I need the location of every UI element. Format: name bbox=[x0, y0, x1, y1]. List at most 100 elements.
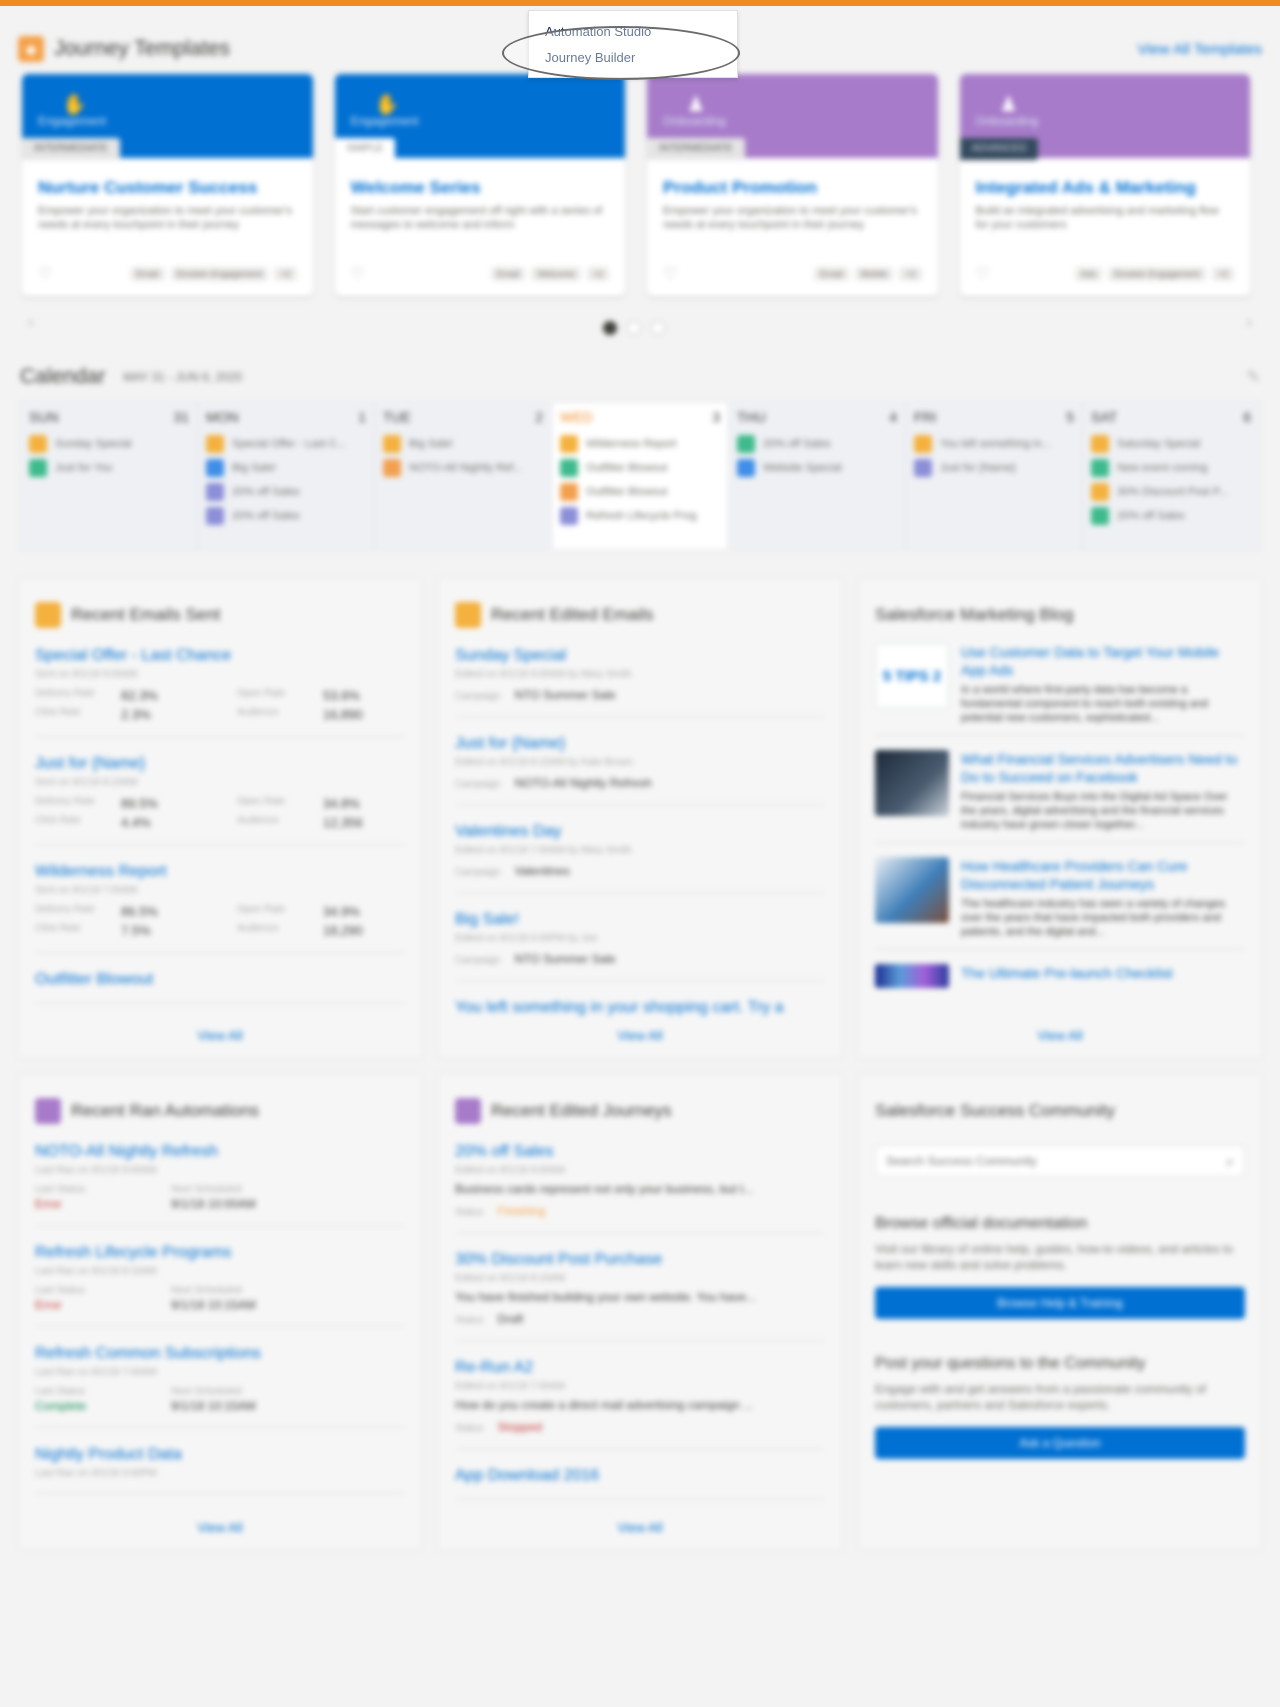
calendar-event[interactable]: Big Sale! bbox=[383, 435, 543, 453]
calendar-event[interactable]: Special Offer - Last C... bbox=[206, 435, 366, 453]
calendar-day-today[interactable]: WED 3 Wilderness Report Outfitter Blowout… bbox=[552, 403, 729, 549]
list-item: Refresh Lifecycle Programs Last Ran on 9… bbox=[35, 1244, 405, 1327]
carousel-dot[interactable] bbox=[651, 321, 665, 335]
list-item: 30% Discount Post Purchase Edited on 9/1… bbox=[455, 1251, 825, 1341]
community-search-input[interactable] bbox=[886, 1154, 1227, 1168]
email-link[interactable]: Big Sale! bbox=[455, 911, 825, 929]
pencil-icon[interactable]: ✎ bbox=[1247, 367, 1260, 387]
day-number: 1 bbox=[358, 409, 366, 425]
calendar-event[interactable]: NOTO-All Nightly Ref... bbox=[383, 459, 543, 477]
campaign-value: Valentines bbox=[514, 864, 570, 878]
menu-item-journey-builder[interactable]: Journey Builder bbox=[529, 43, 737, 71]
automation-details: Last Status Next Scheduled Error 9/1/18 10… bbox=[35, 1184, 405, 1211]
card-title[interactable]: Nurture Customer Success bbox=[38, 178, 313, 198]
heart-icon[interactable]: ♡ bbox=[663, 264, 677, 284]
card-title[interactable]: Product Promotion bbox=[663, 178, 938, 198]
calendar-event[interactable]: Website Special bbox=[737, 459, 897, 477]
edited-date: Edited on 9/1/18 8:15AM bbox=[455, 1273, 566, 1284]
campaign-label: Campaign bbox=[455, 955, 501, 966]
browse-help-button[interactable]: Browse Help & Training bbox=[875, 1287, 1245, 1319]
journey-link[interactable]: 30% Discount Post Purchase bbox=[455, 1251, 825, 1269]
journey-link[interactable]: 20% off Sales bbox=[455, 1143, 825, 1161]
calendar-day[interactable]: SAT 6 Saturday Special New event coming 3… bbox=[1083, 403, 1259, 549]
calendar-day[interactable]: FRI 5 You left something in... Just for {… bbox=[906, 403, 1083, 549]
calendar-event[interactable]: 20% off Sales bbox=[206, 507, 366, 525]
automation-link[interactable]: Nightly Product Data bbox=[35, 1446, 405, 1464]
calendar-event[interactable]: Wilderness Report bbox=[560, 435, 720, 453]
card-title[interactable]: Welcome Series bbox=[351, 178, 626, 198]
template-card[interactable]: ♟ Onboarding INTERMEDIATE Product Promot… bbox=[647, 74, 938, 296]
calendar-event[interactable]: Just for You bbox=[29, 459, 189, 477]
calendar-day[interactable]: MON 1 Special Offer - Last C... Big Sale!… bbox=[198, 403, 375, 549]
view-all-link[interactable]: View All bbox=[439, 1028, 841, 1043]
calendar-day[interactable]: TUE 2 Big Sale! NOTO-All Nightly Ref... bbox=[375, 403, 552, 549]
next-value: 9/1/18 10:15AM bbox=[171, 1399, 256, 1413]
view-all-link[interactable]: View All bbox=[439, 1520, 841, 1535]
heart-icon[interactable]: ♡ bbox=[38, 264, 52, 284]
email-link[interactable]: Valentines Day bbox=[455, 823, 825, 841]
calendar-day[interactable]: SUN 31 Sunday Special Just for You bbox=[21, 403, 198, 549]
card-title[interactable]: Integrated Ads & Marketing bbox=[976, 178, 1251, 198]
metric-label: Click Rate bbox=[35, 815, 81, 826]
carousel-dot[interactable] bbox=[627, 321, 641, 335]
carousel-dot[interactable] bbox=[603, 321, 617, 335]
heart-icon[interactable]: ♡ bbox=[976, 264, 990, 284]
panel-title: Recent Emails Sent bbox=[71, 605, 221, 624]
view-all-link[interactable]: View All bbox=[19, 1520, 421, 1535]
calendar-day[interactable]: THU 4 20% off Sales Website Special bbox=[729, 403, 906, 549]
panel-header: Recent Edited Emails bbox=[455, 601, 825, 629]
email-icon bbox=[1091, 435, 1109, 453]
calendar-event[interactable]: Saturday Special bbox=[1091, 435, 1251, 453]
calendar-event[interactable]: New event coming bbox=[1091, 459, 1251, 477]
chevron-right-icon[interactable]: › bbox=[1247, 314, 1252, 332]
view-all-link[interactable]: View All bbox=[19, 1028, 421, 1043]
ask-question-button[interactable]: Ask a Question bbox=[875, 1427, 1245, 1459]
blog-title[interactable]: The Ultimate Pre-launch Checklist bbox=[961, 964, 1173, 982]
email-link[interactable]: Wilderness Report bbox=[35, 863, 405, 881]
automation-link[interactable]: Refresh Lifecycle Programs bbox=[35, 1244, 405, 1262]
view-all-templates-link[interactable]: View All Templates bbox=[1137, 41, 1262, 58]
view-all-link[interactable]: View All bbox=[859, 1028, 1261, 1043]
calendar-event[interactable]: Outfitter Blowout bbox=[560, 459, 720, 477]
journey-link[interactable]: Re-Run A2 bbox=[455, 1359, 825, 1377]
template-card[interactable]: ✋ Engagement SIMPLE Welcome Series Start… bbox=[334, 74, 626, 296]
blog-title[interactable]: How Healthcare Providers Can Cure Discon… bbox=[961, 857, 1245, 893]
calendar-event[interactable]: Outfitter Blowout bbox=[560, 483, 720, 501]
heart-icon[interactable]: ♡ bbox=[351, 264, 365, 284]
template-card[interactable]: ✋ Engagement INTERMEDIATE Nurture Custom… bbox=[22, 74, 313, 296]
calendar-event[interactable]: 20% off Sales bbox=[1091, 507, 1251, 525]
difficulty-badge: SIMPLE bbox=[334, 138, 396, 160]
blog-post[interactable]: 5 TIPS 2 Use Customer Data to Target You… bbox=[875, 643, 1245, 736]
menu-item-automation-studio[interactable]: Automation Studio bbox=[529, 11, 737, 43]
calendar-event[interactable]: Refresh Lifecycle Prog bbox=[560, 507, 720, 525]
journey-link[interactable]: App Download 2016 bbox=[455, 1467, 825, 1485]
automation-link[interactable]: NOTO-All Nightly Refresh bbox=[35, 1143, 405, 1161]
blog-title[interactable]: Use Customer Data to Target Your Mobile … bbox=[961, 643, 1245, 679]
event-label: Outfitter Blowout bbox=[586, 486, 668, 498]
chevron-left-icon[interactable]: ‹ bbox=[28, 314, 33, 332]
automation-link[interactable]: Refresh Common Subscriptions bbox=[35, 1345, 405, 1363]
calendar-event[interactable]: Just for {Name} bbox=[914, 459, 1074, 477]
email-link[interactable]: Just for {Name} bbox=[455, 735, 825, 753]
template-card[interactable]: ♟ Onboarding ADVANCED Integrated Ads & M… bbox=[959, 74, 1251, 296]
email-link[interactable]: Special Offer - Last Chance bbox=[35, 647, 405, 665]
blog-post[interactable]: The Ultimate Pre-launch Checklist bbox=[875, 964, 1245, 998]
template-cards: ✋ Engagement INTERMEDIATE Nurture Custom… bbox=[22, 74, 1250, 296]
recent-emails-sent-panel: Recent Emails Sent Special Offer - Last … bbox=[18, 578, 422, 1058]
search-icon[interactable]: ⌕ bbox=[1226, 1153, 1234, 1170]
email-link[interactable]: Sunday Special bbox=[455, 647, 825, 665]
calendar-event[interactable]: Sunday Special bbox=[29, 435, 189, 453]
campaign-row: Campaign NTO Summer Sale bbox=[455, 952, 825, 966]
calendar-event[interactable]: Big Sale! bbox=[206, 459, 366, 477]
email-link[interactable]: You left something in your shopping cart… bbox=[455, 999, 825, 1017]
blog-post[interactable]: How Healthcare Providers Can Cure Discon… bbox=[875, 857, 1245, 950]
blog-title[interactable]: What Financial Services Advertisers Need… bbox=[961, 750, 1245, 786]
calendar-event[interactable]: 30% Discount Post P... bbox=[1091, 483, 1251, 501]
email-icon bbox=[737, 435, 755, 453]
blog-post[interactable]: What Financial Services Advertisers Need… bbox=[875, 750, 1245, 843]
email-link[interactable]: Just for {Name} bbox=[35, 755, 405, 773]
email-link[interactable]: Outfitter Blowout bbox=[35, 971, 405, 989]
calendar-event[interactable]: 20% off Sales bbox=[206, 483, 366, 501]
calendar-event[interactable]: You left something in... bbox=[914, 435, 1074, 453]
calendar-event[interactable]: 20% off Sales bbox=[737, 435, 897, 453]
